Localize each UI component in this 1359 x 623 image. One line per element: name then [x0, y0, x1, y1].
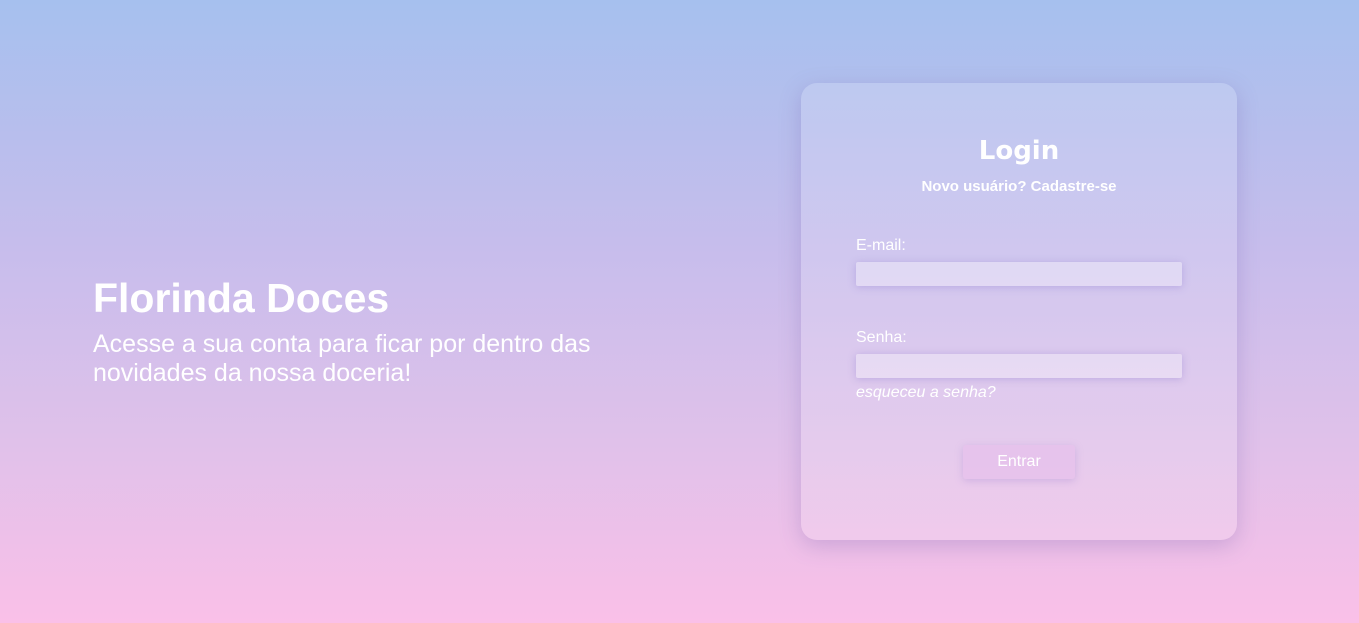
login-button[interactable]: Entrar	[963, 445, 1075, 479]
hero-subtitle: Acesse a sua conta para ficar por dentro…	[93, 330, 591, 387]
hero-section: Florinda Doces Acesse a sua conta para f…	[93, 274, 613, 388]
email-label: E-mail:	[856, 237, 906, 254]
email-input[interactable]	[856, 262, 1182, 286]
login-title: Login	[978, 136, 1060, 166]
password-input[interactable]	[856, 354, 1182, 378]
forgot-password-link[interactable]: esqueceu a senha?	[856, 384, 996, 402]
login-card: Login Novo usuário? Cadastre-se E-mail: …	[801, 83, 1237, 540]
password-label: Senha:	[856, 329, 907, 346]
signup-link[interactable]: Novo usuário? Cadastre-se	[801, 178, 1237, 195]
brand-title: Florinda Doces	[93, 275, 390, 321]
